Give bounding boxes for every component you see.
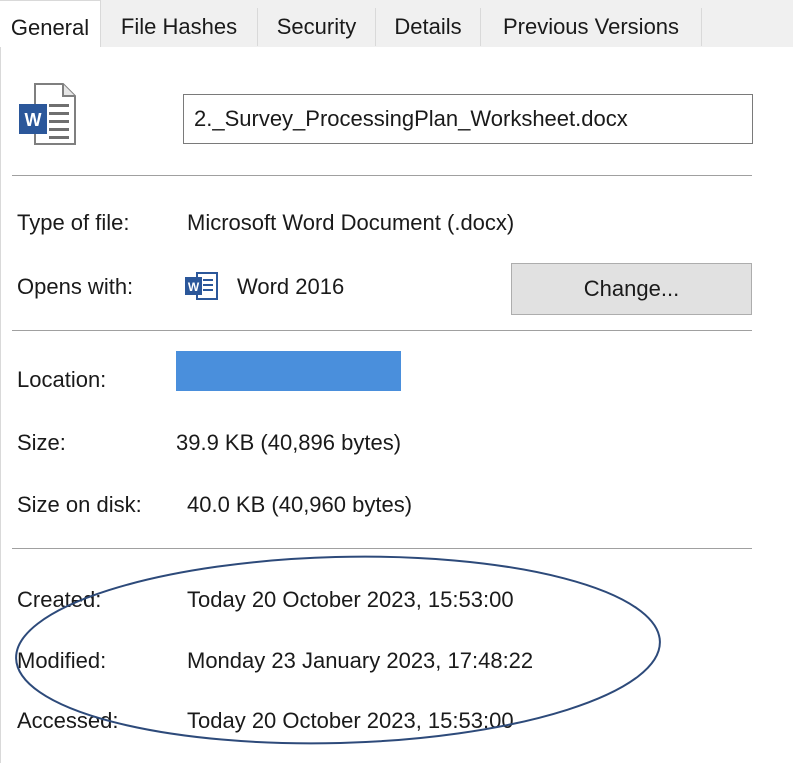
separator (12, 548, 752, 549)
created-label: Created: (17, 587, 102, 612)
word-document-icon: W (17, 82, 77, 146)
change-button[interactable]: Change... (511, 263, 752, 315)
separator (12, 330, 752, 331)
svg-text:W: W (25, 110, 42, 130)
opens-with-label: Opens with: (17, 274, 134, 299)
tab-details[interactable]: Details (376, 8, 481, 46)
created-value: Today 20 October 2023, 15:53:00 (187, 587, 514, 612)
tab-file-hashes[interactable]: File Hashes (101, 8, 258, 46)
size-label: Size: (17, 430, 66, 455)
type-of-file-label: Type of file: (17, 210, 130, 235)
tab-general[interactable]: General (0, 0, 101, 48)
tab-strip: General File Hashes Security Details Pre… (0, 0, 793, 48)
modified-value: Monday 23 January 2023, 17:48:22 (187, 648, 534, 673)
location-redacted (176, 351, 401, 391)
modified-label: Modified: (17, 648, 107, 673)
tab-security[interactable]: Security (258, 8, 376, 46)
separator (12, 175, 752, 176)
accessed-label: Accessed: (17, 708, 119, 733)
word-app-icon: W (183, 271, 219, 301)
file-name-field[interactable]: 2._Survey_ProcessingPlan_Worksheet.docx (183, 94, 753, 144)
size-on-disk-label: Size on disk: (17, 492, 142, 517)
accessed-value: Today 20 October 2023, 15:53:00 (187, 708, 514, 733)
type-of-file-value: Microsoft Word Document (.docx) (187, 210, 515, 235)
svg-text:W: W (188, 280, 200, 294)
size-on-disk-value: 40.0 KB (40,960 bytes) (187, 492, 413, 517)
opens-with-value: Word 2016 (237, 274, 345, 299)
size-value: 39.9 KB (40,896 bytes) (176, 430, 402, 455)
tab-previous-versions[interactable]: Previous Versions (481, 8, 702, 46)
location-label: Location: (17, 367, 107, 392)
